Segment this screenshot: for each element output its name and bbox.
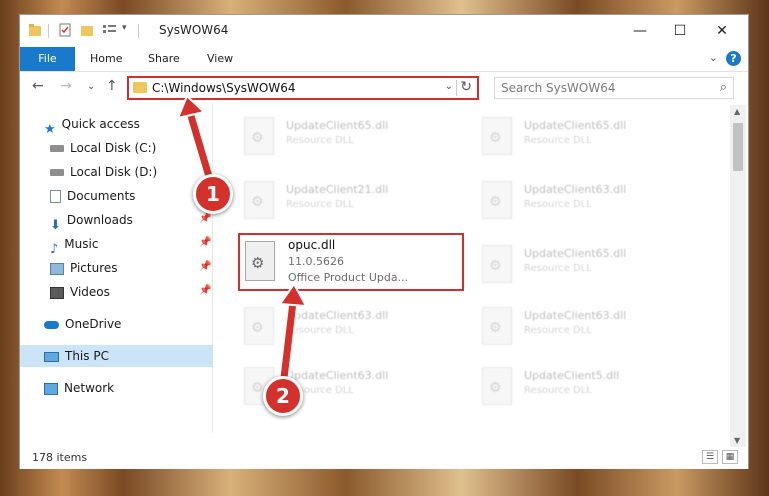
arrow-2-head — [278, 282, 308, 308]
arrow-1-head — [176, 94, 207, 120]
arrow-2 — [280, 301, 297, 379]
arrow-1 — [187, 115, 214, 181]
annotation-arrows — [176, 94, 308, 384]
step-marker-1: 1 — [193, 174, 233, 214]
step-marker-2: 2 — [263, 376, 303, 416]
